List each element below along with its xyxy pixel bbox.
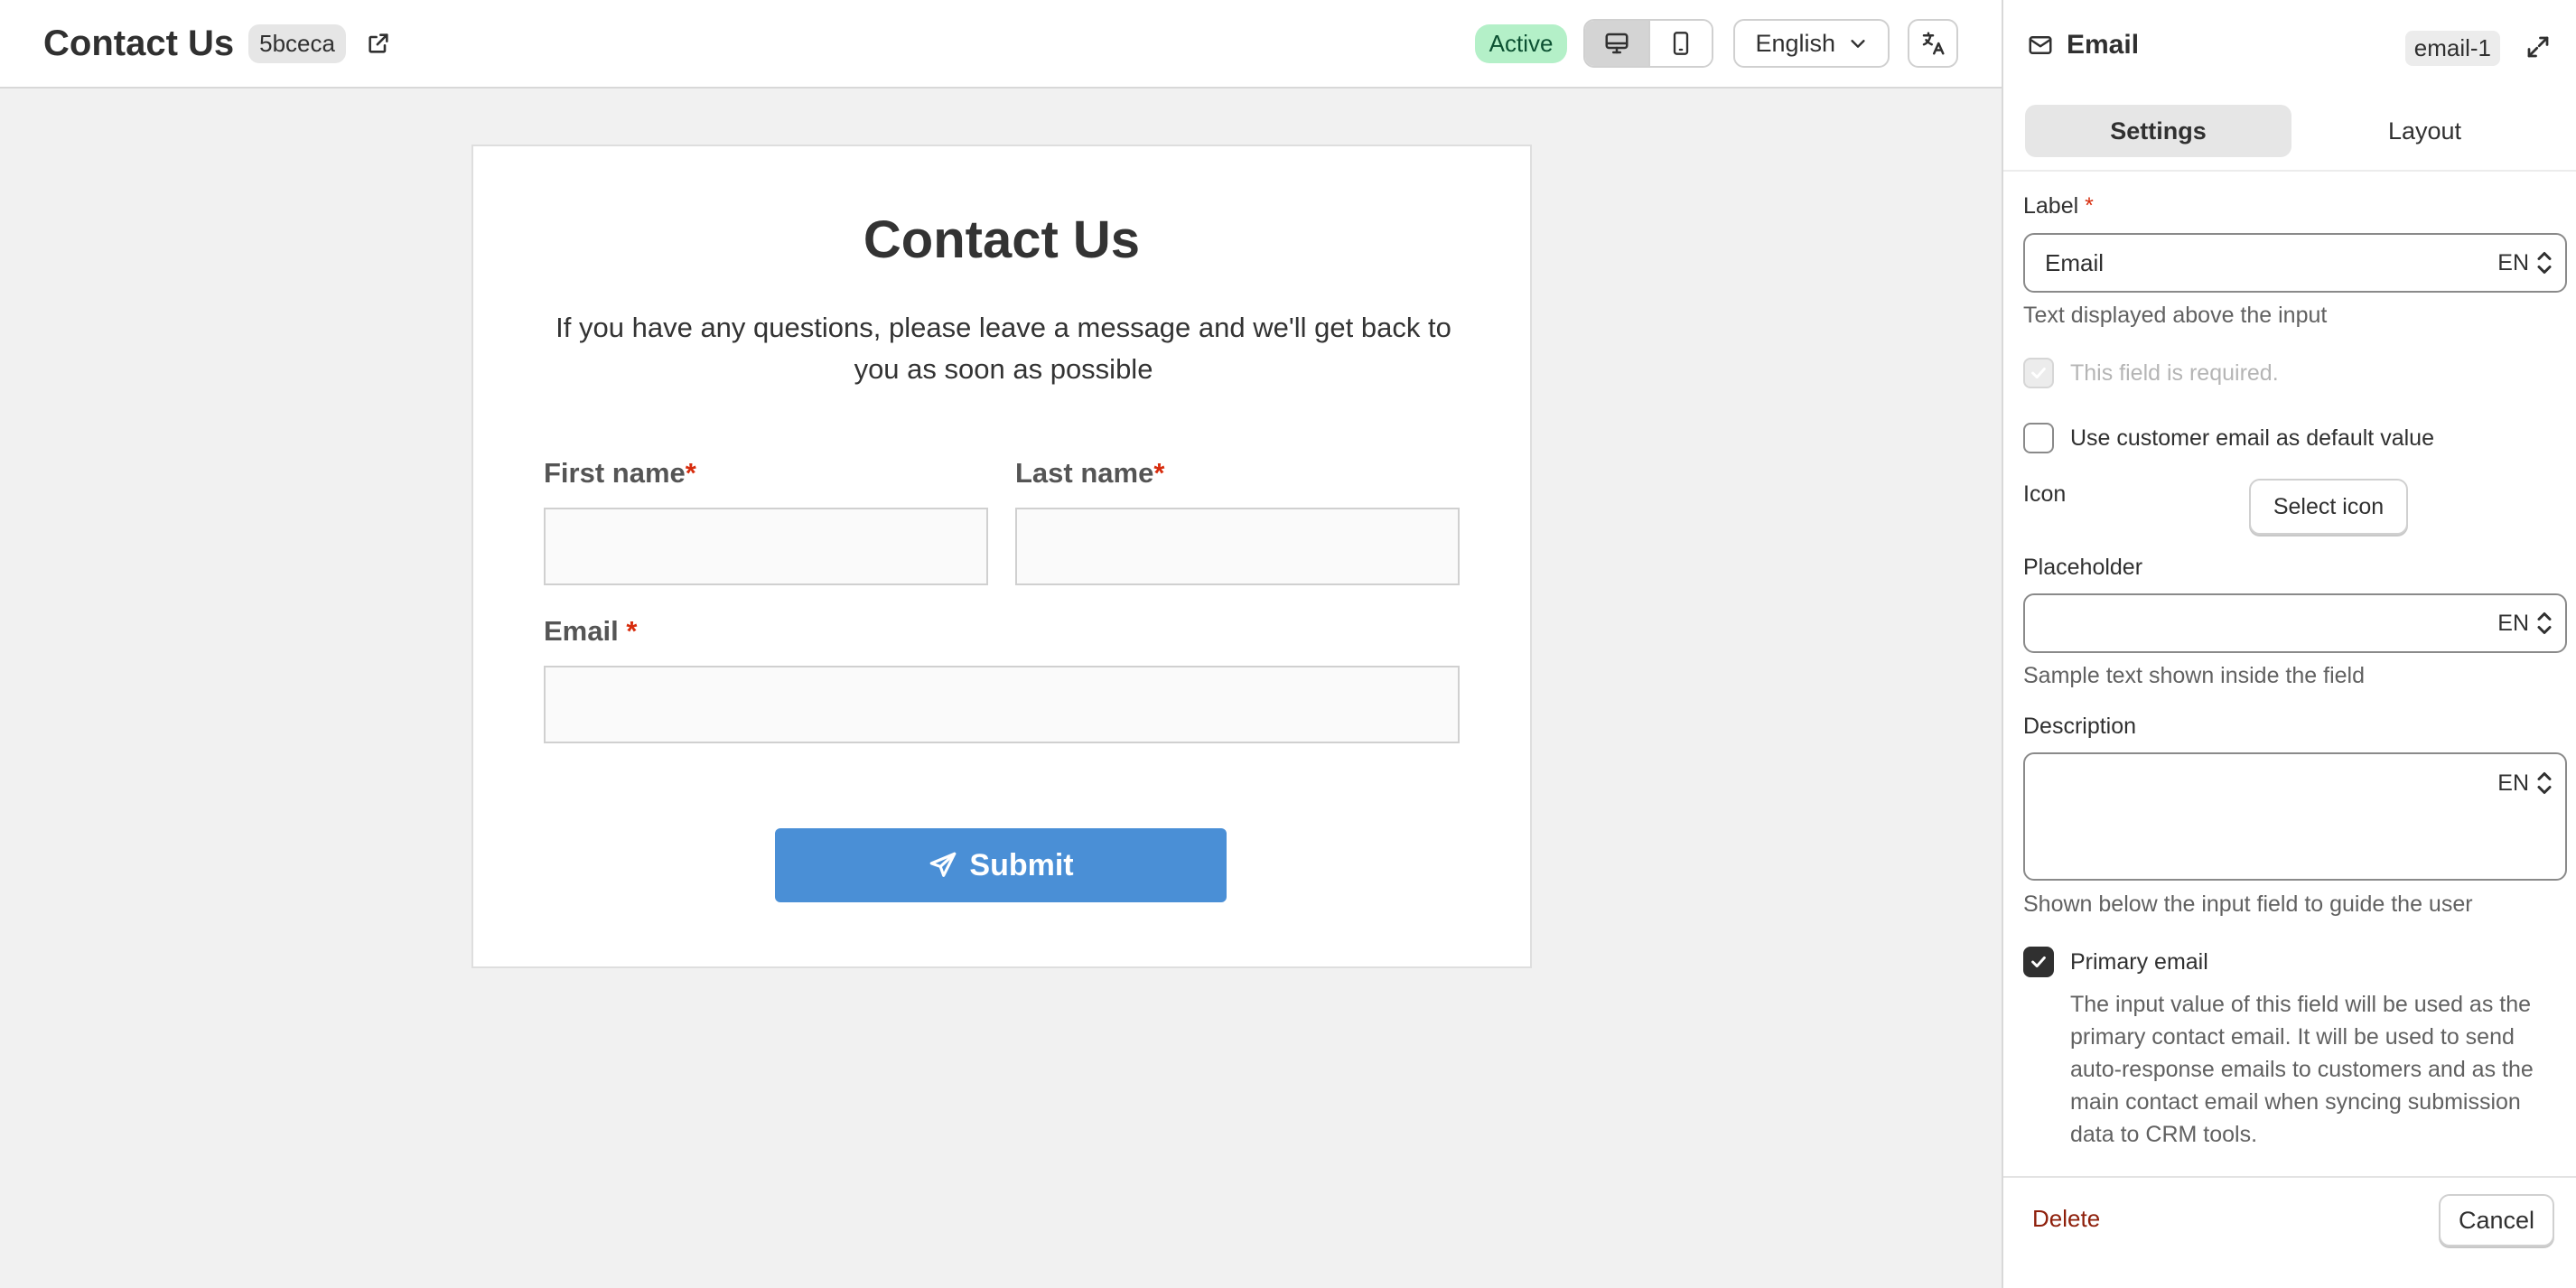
customer-email-checkbox-row[interactable]: Use customer email as default value — [2023, 423, 2434, 453]
email-input[interactable] — [544, 666, 1460, 743]
placeholder-help-text: Sample text shown inside the field — [2023, 663, 2365, 688]
mobile-icon — [1674, 32, 1689, 55]
required-mark: * — [2085, 193, 2094, 219]
submit-label: Submit — [969, 847, 1074, 882]
label-input-value: Email — [2045, 248, 2105, 276]
chevron-down-icon — [1851, 40, 1865, 48]
description-label: Description — [2023, 714, 2137, 739]
placeholder-label: Placeholder — [2023, 555, 2143, 580]
checkmark-icon — [2031, 367, 2046, 379]
panel-footer: Delete Cancel — [2003, 1176, 2576, 1288]
email-icon — [2029, 36, 2052, 54]
language-value: English — [1755, 29, 1835, 57]
language-code: EN — [2497, 770, 2529, 796]
chevron-up-down-icon — [2537, 772, 2552, 794]
expand-icon[interactable] — [2524, 33, 2553, 61]
submit-button[interactable]: Submit — [775, 828, 1227, 902]
send-icon — [930, 852, 957, 877]
icon-label: Icon — [2023, 481, 2067, 507]
panel-title: Email — [2067, 30, 2140, 60]
cancel-button[interactable]: Cancel — [2439, 1194, 2554, 1246]
required-mark: * — [685, 457, 696, 489]
label-input[interactable]: Email EN — [2023, 233, 2567, 293]
tab-layout[interactable]: Layout — [2291, 105, 2558, 157]
tab-settings[interactable]: Settings — [2025, 105, 2291, 157]
desktop-icon — [1605, 33, 1629, 54]
last-name-label: Last name* — [1015, 457, 1164, 490]
required-checkbox-row: This field is required. — [2023, 358, 2279, 388]
required-checkbox — [2023, 358, 2054, 388]
language-code: EN — [2497, 610, 2529, 636]
customer-email-checkbox[interactable] — [2023, 423, 2054, 453]
checkmark-icon — [2031, 956, 2046, 968]
primary-email-checkbox-row[interactable]: Primary email — [2023, 947, 2208, 977]
description-help-text: Shown below the input field to guide the… — [2023, 891, 2473, 917]
customer-email-checkbox-label: Use customer email as default value — [2070, 425, 2434, 451]
status-badge: Active — [1474, 23, 1568, 63]
primary-email-label: Primary email — [2070, 948, 2208, 975]
translate-button[interactable] — [1908, 19, 1958, 68]
divider — [2003, 170, 2576, 172]
required-checkbox-label: This field is required. — [2070, 359, 2279, 386]
field-id-badge: email-1 — [2404, 31, 2500, 66]
primary-email-note: The input value of this field will be us… — [2070, 992, 2534, 1147]
language-code: EN — [2497, 249, 2529, 275]
last-name-input[interactable] — [1015, 508, 1460, 585]
top-header: Contact Us 5bceca Active English — [0, 0, 2002, 89]
description-input[interactable]: EN — [2023, 752, 2567, 881]
first-name-label: First name* — [544, 457, 696, 490]
settings-panel: Email email-1 Settings Layout Label * Em… — [2002, 0, 2576, 1288]
label-help-text: Text displayed above the input — [2023, 303, 2328, 328]
mobile-view-button[interactable] — [1648, 21, 1713, 66]
form-title: Contact Us — [863, 210, 1141, 269]
email-label: Email * — [544, 615, 637, 648]
external-link-icon[interactable] — [364, 29, 393, 58]
language-select[interactable]: English — [1733, 19, 1890, 68]
required-mark: * — [1153, 457, 1165, 489]
language-stepper[interactable]: EN — [2497, 770, 2553, 797]
language-stepper[interactable]: EN — [2497, 249, 2553, 276]
last-name-label-text: Last name — [1015, 457, 1154, 489]
form-preview: Contact Us If you have any questions, pl… — [471, 145, 1532, 968]
first-name-input[interactable] — [544, 508, 988, 585]
email-label-text: Email — [544, 615, 619, 647]
chevron-up-down-icon — [2537, 252, 2552, 274]
required-mark: * — [626, 615, 638, 647]
device-toggle — [1583, 19, 1714, 68]
form-description: If you have any questions, please leave … — [555, 312, 1451, 385]
chevron-up-down-icon — [2537, 612, 2552, 634]
form-id-badge: 5bceca — [248, 23, 346, 63]
first-name-label-text: First name — [544, 457, 686, 489]
label-field-label-text: Label — [2023, 193, 2079, 219]
placeholder-input[interactable]: EN — [2023, 593, 2567, 653]
translate-icon — [1922, 32, 1945, 55]
primary-email-checkbox[interactable] — [2023, 947, 2054, 977]
delete-button[interactable]: Delete — [2032, 1205, 2100, 1233]
panel-tabs: Settings Layout — [2025, 105, 2558, 157]
language-stepper[interactable]: EN — [2497, 610, 2553, 637]
label-field-label: Label * — [2023, 193, 2094, 219]
select-icon-button[interactable]: Select icon — [2249, 479, 2408, 535]
desktop-view-button[interactable] — [1585, 21, 1649, 66]
page-title: Contact Us — [43, 23, 235, 63]
